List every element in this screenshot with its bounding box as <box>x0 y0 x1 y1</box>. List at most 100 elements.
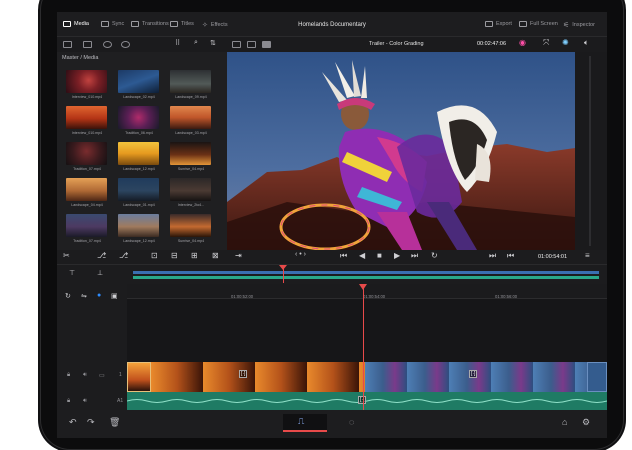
overview-playhead-marker[interactable] <box>279 265 287 270</box>
transition-marker[interactable]: [·] <box>469 370 478 378</box>
ruler-tick-label: 01:00:56:00 <box>495 294 518 299</box>
media-thumbnail[interactable] <box>66 106 107 129</box>
media-label: Landscape_04.mp4 <box>71 203 103 207</box>
overwrite-icon[interactable]: ⊟ <box>171 251 178 260</box>
media-thumbnail[interactable] <box>170 70 211 93</box>
lock-icon[interactable]: 🔒︎ <box>67 398 70 405</box>
audio-icon[interactable]: 🔊︎ <box>83 398 87 405</box>
color-marker-icon[interactable]: ● <box>97 292 101 299</box>
blade-tool-icon[interactable]: ⇋ <box>81 292 87 300</box>
timeline-playhead-handle[interactable] <box>359 284 367 290</box>
menu-icon[interactable]: ≡ <box>585 251 590 260</box>
select-tool-icon[interactable]: ↻ <box>65 292 71 300</box>
viewer-mode-icon[interactable] <box>232 41 241 48</box>
undo-icon[interactable]: ↶ <box>69 417 77 428</box>
timeline[interactable]: 01:00:52:00 01:00:54:00 01:00:56:00 [·] … <box>126 284 607 410</box>
marker-nav-icon[interactable]: ‹ • › <box>295 251 306 258</box>
audio-track-label: A1 <box>117 398 124 404</box>
sync-clip-icon[interactable] <box>103 41 112 48</box>
trim-end-icon[interactable]: ⎇ <box>119 251 128 260</box>
fit-icon[interactable]: ⤧ <box>543 38 549 48</box>
video-viewer[interactable] <box>227 52 575 250</box>
media-thumbnail[interactable] <box>118 142 159 165</box>
media-thumbnail[interactable] <box>170 178 211 201</box>
ruler-tick-label: 01:00:54:00 <box>363 294 386 299</box>
home-icon[interactable]: ⌂ <box>562 417 567 427</box>
film-icon[interactable] <box>262 41 271 48</box>
media-label: Landscape_01.mp4 <box>123 203 155 207</box>
transition-marker[interactable]: [·] <box>239 370 248 378</box>
zoom-icon[interactable]: ▣ <box>111 292 118 300</box>
volume-icon[interactable]: 🔈︎ <box>584 38 589 48</box>
insert-icon[interactable]: ⊡ <box>151 251 158 260</box>
inspector-button[interactable]: ⚟ Inspector <box>563 21 595 29</box>
redo-icon[interactable]: ↷ <box>87 417 95 428</box>
play-reverse-icon[interactable]: ◀︎ <box>359 251 365 260</box>
video-track-number: 1 <box>119 372 122 378</box>
prev-edit-icon[interactable]: ⏮︎ <box>507 251 514 261</box>
video-clip[interactable] <box>127 362 151 392</box>
media-label: Tradition_07.mp4 <box>73 239 101 243</box>
ruler-tick-label: 01:00:52:00 <box>231 294 254 299</box>
overview-timeline[interactable]: ⊤ ⊥ <box>57 264 607 285</box>
export-button[interactable]: Export <box>485 21 512 27</box>
trim-start-icon[interactable]: ⎇ <box>97 251 106 260</box>
loop-icon[interactable]: ↻ <box>431 251 438 260</box>
media-thumbnail[interactable] <box>170 214 211 237</box>
media-thumbnail[interactable] <box>66 70 107 93</box>
snap-icon[interactable]: ⊥ <box>97 269 103 277</box>
stop-icon[interactable]: ■ <box>377 251 382 260</box>
color-wheel-icon[interactable]: ✺ <box>562 38 569 47</box>
next-edit-icon[interactable]: ⏭︎ <box>489 251 496 261</box>
media-label: Landscape_12.mp4 <box>123 239 155 243</box>
monitor-icon[interactable]: ▭ <box>99 372 105 379</box>
panel-toggle-icon[interactable] <box>63 41 72 48</box>
video-clip[interactable] <box>151 362 365 392</box>
fullscreen-button[interactable]: Full Screen <box>519 21 558 27</box>
media-label: Landscape_03.mp4 <box>175 131 207 135</box>
track-toggle-icon[interactable]: ⊤ <box>69 269 75 277</box>
media-thumbnail[interactable] <box>170 142 211 165</box>
media-thumbnail[interactable] <box>66 178 107 201</box>
ripple-icon[interactable]: ⇥ <box>235 251 242 260</box>
settings-icon[interactable]: ⚙︎ <box>582 417 590 428</box>
link-icon[interactable] <box>121 41 130 48</box>
append-icon[interactable]: ⊠ <box>212 251 219 260</box>
media-thumbnail[interactable] <box>118 178 159 201</box>
video-clip[interactable] <box>587 362 607 392</box>
media-thumbnail[interactable] <box>118 106 159 129</box>
media-label: Sunrise_04.mp4 <box>177 167 205 171</box>
lock-icon[interactable]: 🔒︎ <box>67 372 70 379</box>
media-thumbnail[interactable] <box>118 70 159 93</box>
bottom-toolbar: ↶ ↷ 🗑︎ ⎍ ◌ ⌂ ⚙︎ <box>57 410 607 438</box>
go-to-end-icon[interactable]: ⏭︎ <box>411 251 418 261</box>
go-to-start-icon[interactable]: ⏮︎ <box>340 251 347 261</box>
search-icon[interactable]: ⌕ <box>194 39 198 47</box>
track-headers: ↻ ⇋ ● ▣ 🔒︎ 🔊︎ ▭ 1 🔒︎ 🔊︎ A1 <box>57 284 127 410</box>
import-icon[interactable] <box>83 41 92 48</box>
replace-icon[interactable]: ⊞ <box>191 251 198 260</box>
safe-area-icon[interactable] <box>247 41 256 48</box>
audio-icon[interactable]: 🔊︎ <box>83 372 87 379</box>
media-thumbnail[interactable] <box>118 214 159 237</box>
timeline-playhead <box>363 284 364 410</box>
media-thumbnail[interactable] <box>66 142 107 165</box>
audio-clip[interactable] <box>126 392 607 410</box>
color-page-icon[interactable]: ◌ <box>349 417 354 427</box>
viewer-timecode: 00:02:47:06 <box>477 41 507 47</box>
page-switch-edit[interactable]: ⎍ <box>283 414 327 432</box>
sort-icon[interactable]: ⇅ <box>210 39 216 47</box>
secondary-toolbar: ⠿ ⌕ ⇅ Trailer - Color Grading 00:02:47:0… <box>57 36 607 53</box>
media-thumbnail[interactable] <box>170 106 211 129</box>
export-icon <box>485 21 493 27</box>
media-label: Interview_010.mp4 <box>71 95 103 99</box>
scissors-icon[interactable]: ✂︎ <box>63 251 70 260</box>
media-label: Interview_2to4... <box>177 203 205 207</box>
grid-view-icon[interactable]: ⠿ <box>175 39 180 47</box>
media-thumbnail[interactable] <box>66 214 107 237</box>
audio-waveform <box>126 399 607 403</box>
media-label: Tradition_06.mp4 <box>125 131 153 135</box>
trash-icon[interactable]: 🗑︎ <box>109 417 120 428</box>
play-icon[interactable]: ▶︎ <box>394 251 400 260</box>
color-tool-icon[interactable]: ◉ <box>519 38 526 47</box>
